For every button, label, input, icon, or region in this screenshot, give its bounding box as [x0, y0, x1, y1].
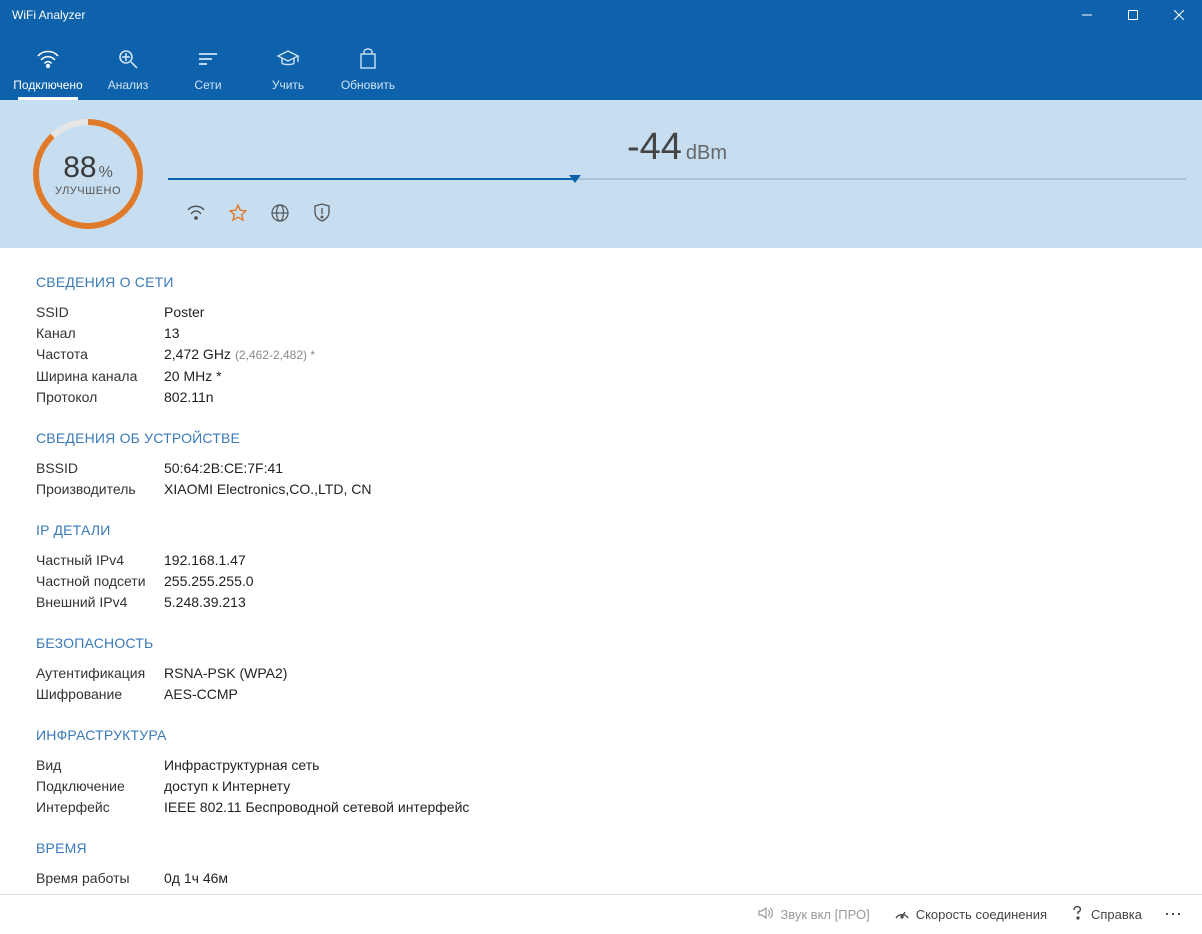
signal-slider [168, 173, 1186, 185]
gauge-percent: % [99, 164, 113, 181]
shield-icon[interactable] [312, 203, 332, 223]
row-frequency: Частота2,472 GHz(2,462-2,482) * [36, 344, 1166, 366]
sound-toggle[interactable]: Звук вкл [ПРО] [748, 900, 879, 929]
section-ip-title: IP ДЕТАЛИ [36, 522, 1166, 538]
window-title: WiFi Analyzer [12, 8, 1064, 22]
row-auth: АутентификацияRSNA-PSK (WPA2) [36, 663, 1166, 684]
row-kind: ВидИнфраструктурная сеть [36, 755, 1166, 776]
tab-upgrade[interactable]: Обновить [328, 40, 408, 100]
sound-label: Звук вкл [ПРО] [780, 907, 869, 922]
mini-icon-row [186, 203, 1186, 223]
more-button[interactable]: ⋯ [1156, 904, 1192, 925]
tab-connected[interactable]: Подключено [8, 40, 88, 100]
tab-networks[interactable]: Cети [168, 40, 248, 100]
tab-label: Анализ [108, 78, 149, 92]
help-label: Справка [1091, 907, 1142, 922]
signal-value: -44 [627, 126, 682, 168]
signal-unit: dBm [686, 142, 727, 164]
speed-label: Скорость соединения [916, 907, 1047, 922]
titlebar: WiFi Analyzer [0, 0, 1202, 30]
section-device-title: СВЕДЕНИЯ ОБ УСТРОЙСТВЕ [36, 430, 1166, 446]
tab-label: Cети [194, 78, 221, 92]
tab-label: Подключено [13, 78, 82, 92]
bars-icon [197, 46, 219, 72]
header-strip: 88% УЛУЧШЕНО -44dBm [0, 100, 1202, 248]
gauge-sub: УЛУЧШЕНО [55, 185, 121, 197]
row-protocol: Протокол802.11n [36, 387, 1166, 408]
graduation-icon [276, 46, 300, 72]
bottombar: Звук вкл [ПРО] Скорость соединения Справ… [0, 894, 1202, 934]
row-private-ipv4: Частный IPv4192.168.1.47 [36, 550, 1166, 571]
tab-label: Обновить [341, 78, 395, 92]
window-controls [1064, 0, 1202, 30]
signal-area: -44dBm [168, 126, 1186, 223]
globe-icon[interactable] [270, 203, 290, 223]
question-icon [1071, 905, 1085, 924]
row-connection: Подключениедоступ к Интернету [36, 776, 1166, 797]
tab-learn[interactable]: Учить [248, 40, 328, 100]
toolbar: Подключено Анализ Cети [0, 30, 1202, 100]
gauge-value: 88 [63, 151, 96, 184]
row-external-ipv4: Внешний IPv45.248.39.213 [36, 592, 1166, 613]
speaker-icon [758, 906, 774, 923]
section-infra-title: ИНФРАСТРУКТУРА [36, 727, 1166, 743]
row-bssid: BSSID50:64:2B:CE:7F:41 [36, 458, 1166, 479]
row-width: Ширина канала20 MHz * [36, 366, 1166, 387]
row-ssid: SSIDPoster [36, 302, 1166, 323]
section-time-title: ВРЕМЯ [36, 840, 1166, 856]
close-button[interactable] [1156, 0, 1202, 30]
wifi-icon [36, 46, 60, 72]
shopping-bag-icon [358, 46, 378, 72]
speed-button[interactable]: Скорость соединения [884, 900, 1057, 929]
star-icon[interactable] [228, 203, 248, 223]
maximize-button[interactable] [1110, 0, 1156, 30]
quality-gauge: 88% УЛУЧШЕНО [28, 114, 148, 234]
row-vendor: ПроизводительXIAOMI Electronics,CO.,LTD,… [36, 479, 1166, 500]
help-button[interactable]: Справка [1061, 899, 1152, 930]
row-interface: ИнтерфейсIEEE 802.11 Беспроводной сетево… [36, 797, 1166, 818]
row-cipher: ШифрованиеAES-CCMP [36, 684, 1166, 705]
minimize-button[interactable] [1064, 0, 1110, 30]
section-security-title: БЕЗОПАСНОСТЬ [36, 635, 1166, 651]
row-uptime: Время работы0д 1ч 46м [36, 868, 1166, 889]
section-network-title: СВЕДЕНИЯ О СЕТИ [36, 274, 1166, 290]
tab-analyze[interactable]: Анализ [88, 40, 168, 100]
connect-icon[interactable] [186, 203, 206, 223]
row-subnet: Частной подсети255.255.255.0 [36, 571, 1166, 592]
content-scroll[interactable]: СВЕДЕНИЯ О СЕТИ SSIDPoster Канал13 Часто… [0, 248, 1202, 894]
row-channel: Канал13 [36, 323, 1166, 344]
gauge-icon [894, 906, 910, 923]
magnify-icon [117, 46, 139, 72]
tab-label: Учить [272, 78, 304, 92]
